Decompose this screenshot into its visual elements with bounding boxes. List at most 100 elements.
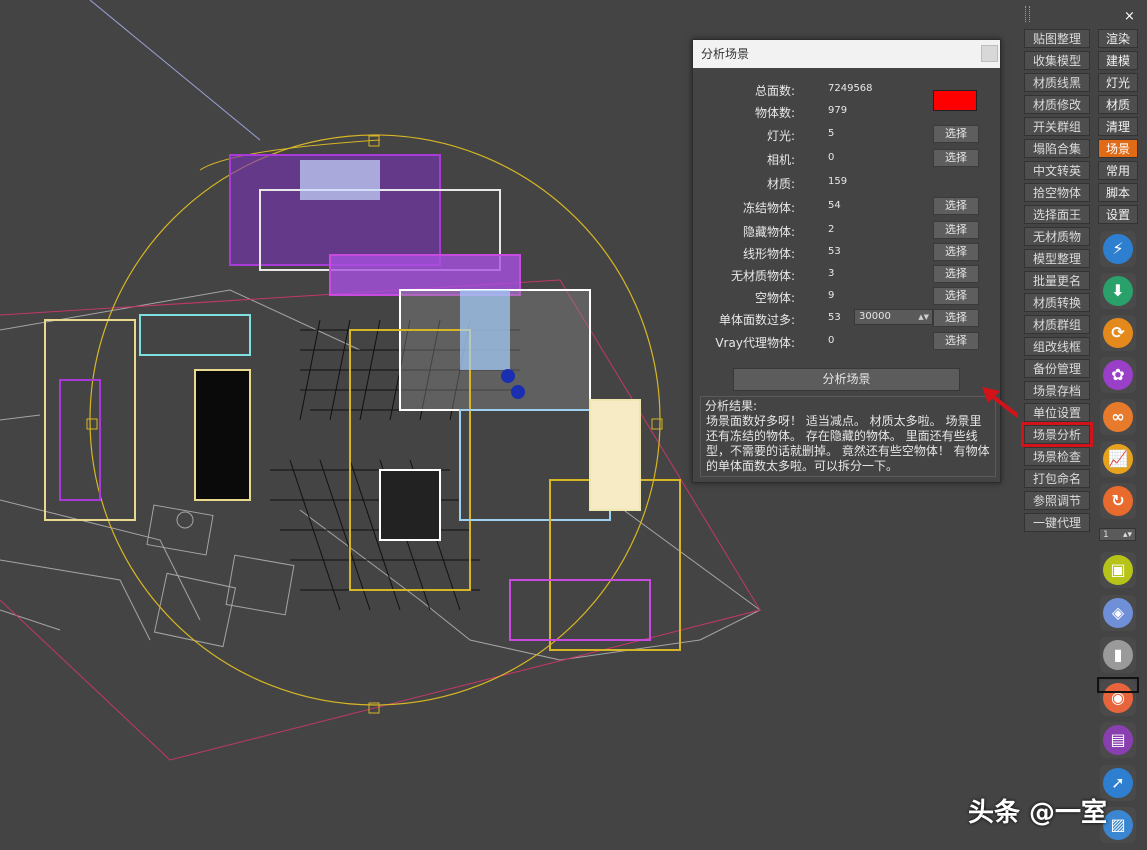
- category-button-3[interactable]: 灯光: [1098, 73, 1138, 92]
- download-icon: ⬇: [1111, 281, 1125, 300]
- tool-button-20[interactable]: 场景检查: [1024, 447, 1090, 466]
- stat-label: 冻结物体:: [742, 201, 795, 215]
- face-threshold-spinner[interactable]: 30000 ▲▼: [854, 309, 933, 325]
- result-text: 场景面数好多呀！ 适当减点。 材质太多啦。 场景里还有冻结的物体。 存在隐藏的物…: [706, 414, 990, 473]
- tool-button-19[interactable]: 场景分析: [1021, 422, 1093, 447]
- stat-value: 53: [828, 312, 841, 323]
- stat-value: 0: [828, 335, 835, 346]
- sd-card-button[interactable]: ▤: [1100, 722, 1136, 758]
- select-high-poly-button[interactable]: 选择: [933, 309, 979, 327]
- select-empty-button[interactable]: 选择: [933, 287, 979, 305]
- stat-label: 材质:: [766, 177, 795, 191]
- link-button[interactable]: ∞: [1100, 399, 1136, 435]
- category-button-5[interactable]: 清理: [1098, 117, 1138, 136]
- page-spinner[interactable]: 1 ▴▾: [1099, 528, 1136, 541]
- cube-button[interactable]: ◈: [1100, 594, 1136, 631]
- tool-button-23[interactable]: 一键代理: [1024, 513, 1090, 532]
- stat-value: 0: [828, 152, 835, 163]
- panel-close-button[interactable]: ×: [1124, 9, 1135, 24]
- chart-icon: 📈: [1108, 449, 1128, 468]
- category-button-2[interactable]: 建模: [1098, 51, 1138, 70]
- category-button-1[interactable]: 渲染: [1098, 29, 1138, 48]
- download-button[interactable]: ⬇: [1100, 273, 1136, 309]
- stat-label: 灯光:: [766, 129, 795, 143]
- stat-value: 3: [828, 268, 835, 279]
- lightning-icon: ⚡: [1112, 239, 1124, 258]
- stat-label: 单体面数过多:: [718, 313, 795, 327]
- tool-button-12[interactable]: 批量更名: [1024, 271, 1090, 290]
- panel-grip[interactable]: [1025, 6, 1030, 22]
- tool-button-16[interactable]: 备份管理: [1024, 359, 1090, 378]
- stat-row-no-material: 无材质物体: 3 选择: [693, 265, 1000, 285]
- tool-button-14[interactable]: 材质群组: [1024, 315, 1090, 334]
- tool-button-11[interactable]: 模型整理: [1024, 249, 1090, 268]
- stat-value: 53: [828, 246, 841, 257]
- spinner-arrows-icon[interactable]: ▴▾: [1123, 529, 1132, 542]
- category-button-8[interactable]: 脚本: [1098, 183, 1138, 202]
- select-lights-button[interactable]: 选择: [933, 125, 979, 143]
- stat-value: 979: [828, 105, 848, 116]
- category-button-6[interactable]: 场景: [1098, 139, 1138, 158]
- stat-row-object-count: 物体数: 979: [693, 102, 1000, 122]
- stat-row-empty: 空物体: 9 选择: [693, 287, 1000, 307]
- analyze-scene-button[interactable]: 分析场景: [733, 368, 960, 391]
- stat-row-cameras: 相机: 0 选择: [693, 149, 1000, 169]
- spinner-arrows-icon[interactable]: ▲▼: [918, 310, 929, 324]
- tool-button-6[interactable]: 塌陷合集: [1024, 139, 1090, 158]
- analyze-scene-dialog: 分析场景 总面数: 7249568 物体数: 979 灯光: 5 选择 相机: …: [692, 39, 1001, 483]
- tool-button-15[interactable]: 组改线框: [1024, 337, 1090, 356]
- stat-label: Vray代理物体:: [715, 336, 795, 350]
- tool-button-5[interactable]: 开关群组: [1024, 117, 1090, 136]
- tool-button-3[interactable]: 材质线黑: [1024, 73, 1090, 92]
- cube-icon: ◈: [1111, 602, 1125, 622]
- select-frozen-button[interactable]: 选择: [933, 197, 979, 215]
- tool-button-17[interactable]: 场景存档: [1024, 381, 1090, 400]
- stat-row-high-poly: 单体面数过多: 53 30000 ▲▼ 选择: [693, 309, 1000, 329]
- refresh-icon: ⟳: [1111, 323, 1125, 342]
- tool-button-9[interactable]: 选择面王: [1024, 205, 1090, 224]
- tool-button-4[interactable]: 材质修改: [1024, 95, 1090, 114]
- select-no-material-button[interactable]: 选择: [933, 265, 979, 283]
- flower-button[interactable]: ✿: [1100, 357, 1136, 393]
- tool-button-1[interactable]: 贴图整理: [1024, 29, 1090, 48]
- color-bar[interactable]: [1097, 677, 1139, 693]
- stat-label: 相机:: [766, 153, 795, 167]
- dialog-title: 分析场景: [701, 47, 750, 61]
- category-button-9[interactable]: 设置: [1098, 205, 1138, 224]
- stat-row-total-faces: 总面数: 7249568: [693, 80, 1000, 100]
- stat-row-hidden: 隐藏物体: 2 选择: [693, 221, 1000, 241]
- image-button[interactable]: ▣: [1100, 552, 1136, 588]
- select-hidden-button[interactable]: 选择: [933, 221, 979, 239]
- stat-label: 线形物体:: [742, 247, 795, 261]
- category-button-7[interactable]: 常用: [1098, 161, 1138, 180]
- usb-button[interactable]: ▮: [1100, 637, 1136, 673]
- dialog-close-button[interactable]: [981, 45, 998, 62]
- lightning-button[interactable]: ⚡: [1100, 231, 1136, 267]
- tool-button-7[interactable]: 中文转英: [1024, 161, 1090, 180]
- tool-button-18[interactable]: 单位设置: [1024, 403, 1090, 422]
- category-button-4[interactable]: 材质: [1098, 95, 1138, 114]
- stat-row-frozen: 冻结物体: 54 选择: [693, 197, 1000, 217]
- refresh-button[interactable]: ⟳: [1100, 315, 1136, 351]
- stat-value: 5: [828, 128, 835, 139]
- stat-row-lights: 灯光: 5 选择: [693, 125, 1000, 145]
- watermark: 头条 @一室: [968, 798, 1108, 828]
- stat-value: 9: [828, 290, 835, 301]
- link-icon: ∞: [1111, 407, 1125, 426]
- tool-button-8[interactable]: 拾空物体: [1024, 183, 1090, 202]
- select-vray-proxy-button[interactable]: 选择: [933, 332, 979, 350]
- tool-button-21[interactable]: 打包命名: [1024, 469, 1090, 488]
- stat-label: 总面数:: [754, 84, 795, 98]
- cycle-button[interactable]: ↻: [1100, 483, 1136, 519]
- cycle-icon: ↻: [1111, 491, 1125, 510]
- tool-button-2[interactable]: 收集模型: [1024, 51, 1090, 70]
- chart-button[interactable]: 📈: [1100, 441, 1136, 477]
- select-cameras-button[interactable]: 选择: [933, 149, 979, 167]
- select-lines-button[interactable]: 选择: [933, 243, 979, 261]
- dialog-titlebar[interactable]: 分析场景: [693, 40, 1000, 68]
- stat-label: 无材质物体:: [730, 269, 795, 283]
- tool-button-13[interactable]: 材质转换: [1024, 293, 1090, 312]
- stat-row-vray-proxy: Vray代理物体: 0 选择: [693, 332, 1000, 352]
- tool-button-10[interactable]: 无材质物: [1024, 227, 1090, 246]
- tool-button-22[interactable]: 参照调节: [1024, 491, 1090, 510]
